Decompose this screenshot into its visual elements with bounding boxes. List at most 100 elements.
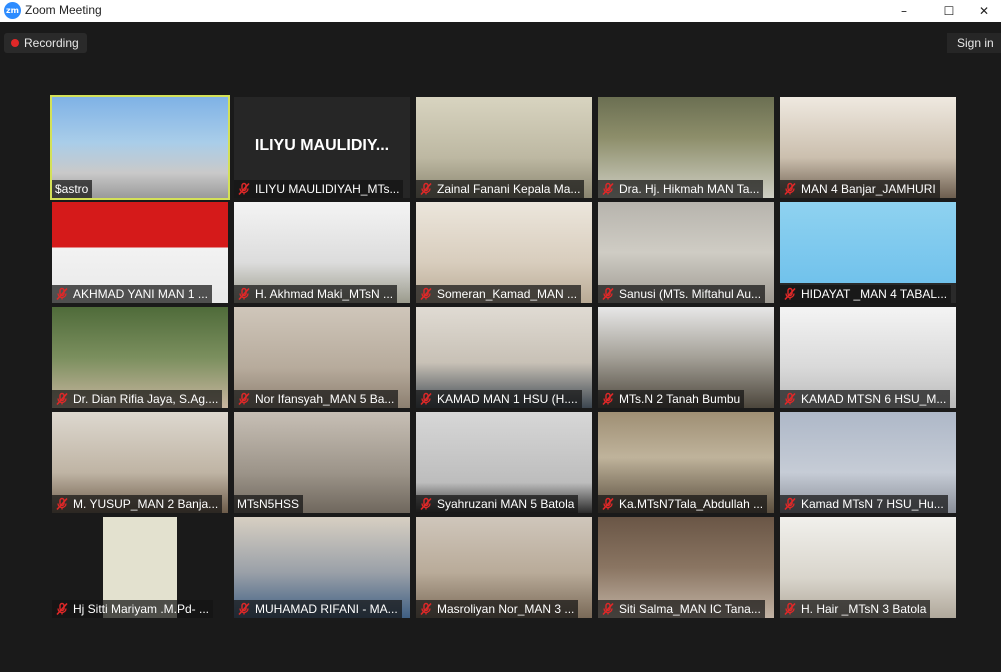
participant-tile[interactable]: Dra. Hj. Hikmah MAN Ta...	[598, 97, 774, 198]
participant-name-tag: Kamad MTsN 7 HSU_Hu...	[780, 495, 948, 513]
participant-name-tag: HIDAYAT _MAN 4 TABAL...	[780, 285, 952, 303]
participant-tile[interactable]: ILIYU MAULIDIY... ILIYU MAULIDIYAH_MTs...	[234, 97, 410, 198]
recording-dot-icon	[11, 39, 19, 47]
muted-mic-icon	[783, 602, 797, 616]
participant-tile[interactable]: Siti Salma_MAN IC Tana...	[598, 517, 774, 618]
participant-name-tag: MTs.N 2 Tanah Bumbu	[598, 390, 745, 408]
participant-tile[interactable]: Hj Sitti Mariyam .M.Pd- ...	[52, 517, 228, 618]
participant-tile[interactable]: KAMAD MTSN 6 HSU_M...	[780, 307, 956, 408]
participant-tile[interactable]: $astro	[50, 95, 230, 200]
muted-mic-icon	[55, 602, 69, 616]
participant-tile[interactable]: MTs.N 2 Tanah Bumbu	[598, 307, 774, 408]
muted-mic-icon	[783, 182, 797, 196]
participant-name: Siti Salma_MAN IC Tana...	[619, 602, 761, 616]
participant-name: MTs.N 2 Tanah Bumbu	[619, 392, 741, 406]
participant-name-tag: H. Hair _MTsN 3 Batola	[780, 600, 931, 618]
participant-name: MUHAMAD RIFANI - MA...	[255, 602, 398, 616]
muted-mic-icon	[601, 392, 615, 406]
participant-name: Dr. Dian Rifia Jaya, S.Ag....	[73, 392, 219, 406]
close-button[interactable]: ✕	[961, 0, 1001, 22]
muted-mic-icon	[55, 497, 69, 511]
participant-name: HIDAYAT _MAN 4 TABAL...	[801, 287, 948, 301]
participant-name: Dra. Hj. Hikmah MAN Ta...	[619, 182, 760, 196]
participant-tile[interactable]: MAN 4 Banjar_JAMHURI	[780, 97, 956, 198]
participant-name: Hj Sitti Mariyam .M.Pd- ...	[73, 602, 210, 616]
participant-name: Someran_Kamad_MAN ...	[437, 287, 578, 301]
participant-name-tag: Ka.MTsN7Tala_Abdullah ...	[598, 495, 768, 513]
participant-tile[interactable]: H. Hair _MTsN 3 Batola	[780, 517, 956, 618]
participant-name: M. YUSUP_MAN 2 Banja...	[73, 497, 219, 511]
participant-name: H. Hair _MTsN 3 Batola	[801, 602, 927, 616]
muted-mic-icon	[419, 392, 433, 406]
muted-mic-icon	[237, 182, 251, 196]
participant-name: ILIYU MAULIDIYAH_MTs...	[255, 182, 400, 196]
participant-name-tag: KAMAD MTSN 6 HSU_M...	[780, 390, 951, 408]
gallery-grid: $astro ILIYU MAULIDIY... ILIYU MAULIDIYAH_…	[50, 95, 962, 622]
participant-name: KAMAD MAN 1 HSU (H....	[437, 392, 578, 406]
participant-name-tag: Dr. Dian Rifia Jaya, S.Ag....	[52, 390, 223, 408]
muted-mic-icon	[419, 497, 433, 511]
participant-tile[interactable]: Zainal Fanani Kepala Ma...	[416, 97, 592, 198]
participant-tile[interactable]: MUHAMAD RIFANI - MA...	[234, 517, 410, 618]
muted-mic-icon	[601, 602, 615, 616]
participant-name-tag: Sanusi (MTs. Miftahul Au...	[598, 285, 766, 303]
participant-tile[interactable]: KAMAD MAN 1 HSU (H....	[416, 307, 592, 408]
participant-name-tag: Siti Salma_MAN IC Tana...	[598, 600, 765, 618]
participant-tile[interactable]: AKHMAD YANI MAN 1 ...	[52, 202, 228, 303]
participant-display-name: ILIYU MAULIDIY...	[254, 137, 390, 154]
participant-name-tag: AKHMAD YANI MAN 1 ...	[52, 285, 212, 303]
participant-name: MTsN5HSS	[237, 497, 300, 511]
participant-name: Sanusi (MTs. Miftahul Au...	[619, 287, 762, 301]
window-title: Zoom Meeting	[25, 3, 102, 17]
muted-mic-icon	[783, 497, 797, 511]
participant-name: AKHMAD YANI MAN 1 ...	[73, 287, 208, 301]
participant-name: Ka.MTsN7Tala_Abdullah ...	[619, 497, 764, 511]
participant-name: MAN 4 Banjar_JAMHURI	[801, 182, 936, 196]
participant-tile[interactable]: Syahruzani MAN 5 Batola	[416, 412, 592, 513]
muted-mic-icon	[237, 602, 251, 616]
participant-tile[interactable]: Sanusi (MTs. Miftahul Au...	[598, 202, 774, 303]
participant-name: H. Akhmad Maki_MTsN ...	[255, 287, 394, 301]
participant-name: Kamad MTsN 7 HSU_Hu...	[801, 497, 944, 511]
participant-tile[interactable]: HIDAYAT _MAN 4 TABAL...	[780, 202, 956, 303]
participant-name-tag: M. YUSUP_MAN 2 Banja...	[52, 495, 223, 513]
participant-name-tag: Dra. Hj. Hikmah MAN Ta...	[598, 180, 764, 198]
minimize-button[interactable]: –	[881, 0, 927, 22]
participant-name-tag: Nor Ifansyah_MAN 5 Ba...	[234, 390, 399, 408]
muted-mic-icon	[419, 182, 433, 196]
muted-mic-icon	[55, 392, 69, 406]
muted-mic-icon	[419, 602, 433, 616]
participant-name-tag: Masroliyan Nor_MAN 3 ...	[416, 600, 579, 618]
participant-name: $astro	[55, 182, 89, 196]
muted-mic-icon	[601, 182, 615, 196]
muted-mic-icon	[783, 392, 797, 406]
participant-tile[interactable]: Masroliyan Nor_MAN 3 ...	[416, 517, 592, 618]
participant-name-tag: H. Akhmad Maki_MTsN ...	[234, 285, 398, 303]
participant-tile[interactable]: Dr. Dian Rifia Jaya, S.Ag....	[52, 307, 228, 408]
participant-name-tag: ILIYU MAULIDIYAH_MTs...	[234, 180, 404, 198]
zoom-logo-icon: zm	[4, 2, 21, 19]
participant-name-tag: Zainal Fanani Kepala Ma...	[416, 180, 585, 198]
muted-mic-icon	[419, 287, 433, 301]
participant-tile[interactable]: H. Akhmad Maki_MTsN ...	[234, 202, 410, 303]
participant-name-tag: MUHAMAD RIFANI - MA...	[234, 600, 402, 618]
participant-tile[interactable]: Someran_Kamad_MAN ...	[416, 202, 592, 303]
muted-mic-icon	[237, 287, 251, 301]
participant-name: Zainal Fanani Kepala Ma...	[437, 182, 581, 196]
participant-tile[interactable]: Nor Ifansyah_MAN 5 Ba...	[234, 307, 410, 408]
sign-in-button[interactable]: Sign in	[947, 33, 1001, 53]
participant-name-tag: MTsN5HSS	[234, 495, 304, 513]
participant-name-tag: MAN 4 Banjar_JAMHURI	[780, 180, 940, 198]
participant-tile[interactable]: M. YUSUP_MAN 2 Banja...	[52, 412, 228, 513]
participant-name-tag: $astro	[52, 180, 93, 198]
participant-name: Masroliyan Nor_MAN 3 ...	[437, 602, 575, 616]
recording-indicator[interactable]: Recording	[4, 33, 87, 53]
participant-name: KAMAD MTSN 6 HSU_M...	[801, 392, 947, 406]
participant-name-tag: Someran_Kamad_MAN ...	[416, 285, 582, 303]
participant-name-tag: Syahruzani MAN 5 Batola	[416, 495, 579, 513]
participant-name-tag: KAMAD MAN 1 HSU (H....	[416, 390, 582, 408]
participant-name: Nor Ifansyah_MAN 5 Ba...	[255, 392, 395, 406]
participant-tile[interactable]: Kamad MTsN 7 HSU_Hu...	[780, 412, 956, 513]
participant-tile[interactable]: MTsN5HSS	[234, 412, 410, 513]
participant-tile[interactable]: Ka.MTsN7Tala_Abdullah ...	[598, 412, 774, 513]
